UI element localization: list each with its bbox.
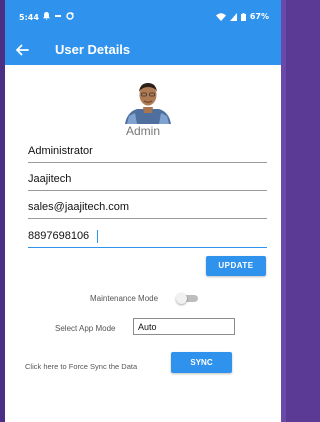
notification-icon <box>43 12 50 20</box>
device-frame-right <box>281 0 286 422</box>
app-screen: 5:44 67% User Details Admin Administrato… <box>5 0 281 422</box>
status-right-icons: 67% <box>215 12 269 21</box>
sync-button[interactable]: SYNC <box>171 352 232 373</box>
signal-icon <box>229 12 237 21</box>
app-mode-select[interactable]: Auto <box>133 318 235 335</box>
app-bar: User Details <box>5 36 281 65</box>
update-button[interactable]: UPDATE <box>206 256 266 276</box>
back-arrow-icon[interactable] <box>15 43 29 57</box>
company-field[interactable] <box>28 170 267 191</box>
wifi-icon <box>215 12 226 21</box>
avatar <box>121 80 175 124</box>
maintenance-mode-toggle[interactable] <box>176 293 198 304</box>
profile-name: Admin <box>125 124 160 138</box>
page-title: User Details <box>55 42 131 57</box>
battery-percent: 67% <box>249 12 269 21</box>
minus-indicator-icon <box>55 15 61 17</box>
status-time: 5:44 <box>19 13 39 22</box>
status-bar: 5:44 67% <box>5 0 281 36</box>
toggle-thumb <box>176 293 187 304</box>
name-field[interactable] <box>28 142 267 163</box>
app-mode-label: Select App Mode <box>55 324 116 333</box>
phone-field[interactable] <box>28 227 267 248</box>
status-left-icons <box>43 12 74 20</box>
email-field[interactable] <box>28 198 267 219</box>
sync-indicator-icon <box>66 12 74 20</box>
force-sync-label: Click here to Force Sync the Data <box>25 362 138 371</box>
battery-icon <box>240 12 246 21</box>
maintenance-mode-label: Maintenance Mode <box>90 294 159 303</box>
text-cursor <box>97 230 98 243</box>
